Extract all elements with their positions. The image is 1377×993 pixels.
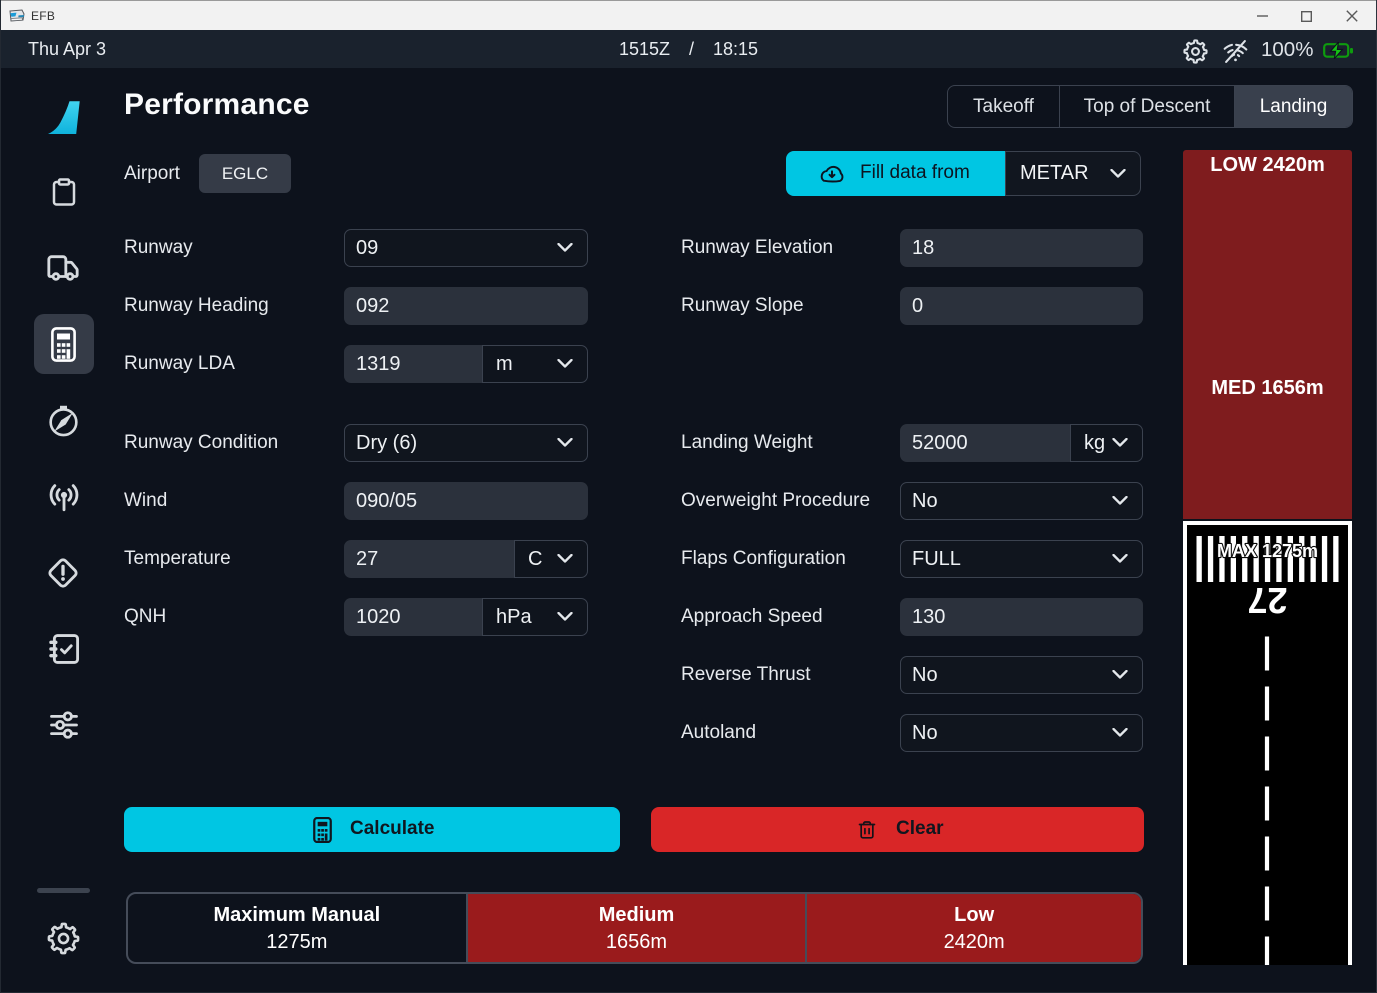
svg-text:27: 27 (1247, 580, 1287, 621)
svg-text:MAX 1275m: MAX 1275m (1217, 541, 1318, 561)
